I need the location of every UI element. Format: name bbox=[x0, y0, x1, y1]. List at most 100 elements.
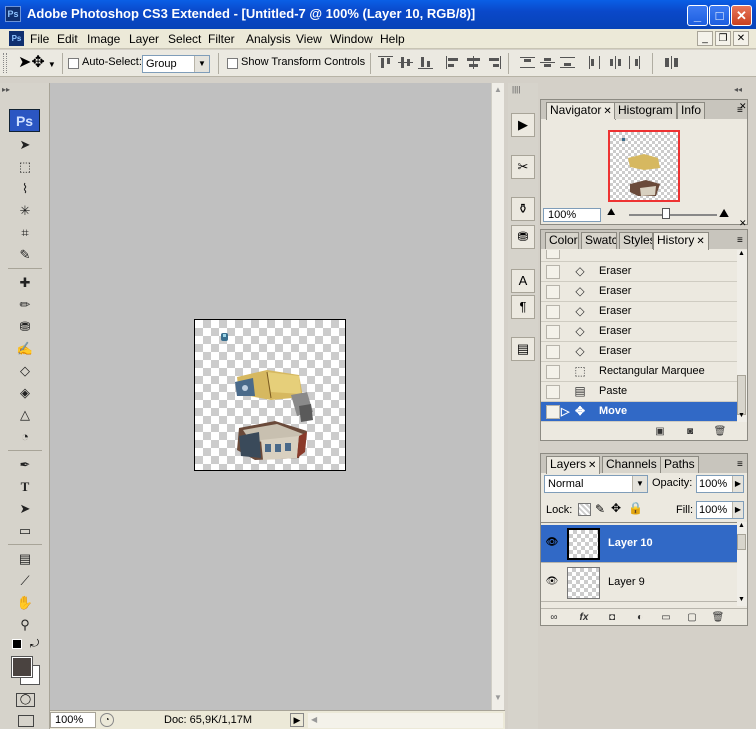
scroll-left-icon[interactable]: ◀ bbox=[311, 715, 317, 724]
auto-select-checkbox[interactable] bbox=[68, 58, 79, 69]
delete-icon[interactable]: 🗑 bbox=[713, 425, 727, 439]
distribute-bottom-icon[interactable] bbox=[560, 56, 575, 69]
collapse-arrows-icon[interactable]: ◂◂ bbox=[734, 85, 742, 94]
history-item-selected[interactable]: ▷ ✥ Move bbox=[541, 402, 737, 422]
zoom-in-icon[interactable]: ⛰ bbox=[719, 206, 729, 221]
snapshot-checkbox[interactable] bbox=[546, 365, 560, 379]
dock-grip-icon[interactable]: |||| bbox=[512, 85, 520, 94]
healing-brush-tool-icon[interactable]: ✚ bbox=[14, 273, 36, 293]
horizontal-scrollbar[interactable]: ◀ bbox=[308, 713, 503, 728]
link-layers-icon[interactable]: ∞ bbox=[547, 611, 561, 625]
eyedropper-tool-icon[interactable]: ✎ bbox=[14, 245, 36, 265]
zoom-slider-thumb[interactable] bbox=[662, 208, 670, 219]
history-item[interactable]: ▤ Paste bbox=[541, 382, 737, 402]
distribute-left-icon[interactable] bbox=[588, 56, 603, 69]
zoom-out-icon[interactable]: ⛰ bbox=[607, 207, 615, 218]
doc-restore-button[interactable]: ❐ bbox=[715, 31, 731, 46]
close-button[interactable]: ✕ bbox=[731, 5, 752, 26]
align-left-icon[interactable] bbox=[446, 56, 461, 69]
document-canvas[interactable] bbox=[194, 319, 346, 471]
tab-history[interactable]: History ✕ bbox=[653, 232, 709, 250]
magic-wand-tool-icon[interactable]: ✳ bbox=[14, 201, 36, 221]
menu-view[interactable]: View bbox=[296, 32, 322, 46]
distribute-vcenter-icon[interactable] bbox=[540, 56, 555, 69]
history-item[interactable]: ◇ Eraser bbox=[541, 282, 737, 302]
tab-histogram[interactable]: Histogram bbox=[614, 102, 677, 119]
tab-color[interactable]: Color bbox=[545, 232, 579, 249]
character-panel-icon[interactable]: A bbox=[511, 269, 535, 293]
add-mask-icon[interactable]: ◘ bbox=[605, 611, 619, 625]
status-info-icon[interactable]: ◔ bbox=[100, 713, 114, 727]
align-top-icon[interactable] bbox=[378, 56, 393, 69]
tab-styles[interactable]: Styles bbox=[619, 232, 653, 249]
lock-transparency-icon[interactable] bbox=[578, 503, 591, 516]
history-state-slider-icon[interactable]: ▷ bbox=[561, 405, 569, 418]
auto-select-dropdown[interactable]: Group ▼ bbox=[142, 55, 210, 73]
snapshot-checkbox[interactable] bbox=[546, 385, 560, 399]
crop-tool-icon[interactable]: ⌗ bbox=[14, 223, 36, 243]
photoshop-logo[interactable]: Ps bbox=[9, 109, 40, 132]
scroll-down-icon[interactable]: ▼ bbox=[738, 596, 745, 603]
lock-all-icon[interactable]: 🔒 bbox=[628, 501, 643, 515]
brush-tool-icon[interactable]: ✏ bbox=[14, 295, 36, 315]
menu-edit[interactable]: Edit bbox=[57, 32, 78, 46]
type-tool-icon[interactable]: T bbox=[14, 477, 36, 497]
panel-close-icon[interactable]: ✕ bbox=[739, 101, 747, 112]
visibility-eye-icon[interactable]: 👁 bbox=[544, 536, 560, 550]
history-item[interactable]: ◇ Eraser bbox=[541, 302, 737, 322]
eraser-tool-icon[interactable]: ◇ bbox=[14, 361, 36, 381]
opacity-field[interactable]: 100% ▶ bbox=[696, 475, 744, 493]
scroll-down-icon[interactable]: ▼ bbox=[738, 412, 745, 419]
lasso-tool-icon[interactable]: ⌇ bbox=[14, 179, 36, 199]
lock-pixels-icon[interactable]: ✎ bbox=[595, 502, 605, 516]
history-item[interactable]: ◇ Eraser bbox=[541, 262, 737, 282]
new-snapshot-icon[interactable]: ◙ bbox=[683, 425, 697, 439]
clone-stamp-tool-icon[interactable]: ⛃ bbox=[14, 317, 36, 337]
fill-field[interactable]: 100% ▶ bbox=[696, 501, 744, 519]
layers-scrollbar[interactable]: ▲ ▼ bbox=[737, 522, 747, 606]
vertical-scrollbar[interactable]: ▲ ▼ bbox=[491, 83, 504, 710]
snapshot-checkbox[interactable] bbox=[546, 305, 560, 319]
tab-channels[interactable]: Channels bbox=[602, 456, 661, 473]
rectangle-tool-icon[interactable]: ▭ bbox=[14, 521, 36, 541]
layer-row-partial[interactable] bbox=[541, 603, 737, 606]
menu-analysis[interactable]: Analysis bbox=[246, 32, 291, 46]
path-selection-tool-icon[interactable]: ➤ bbox=[14, 499, 36, 519]
auto-align-layers-icon[interactable] bbox=[664, 56, 679, 69]
snapshot-checkbox[interactable] bbox=[546, 325, 560, 339]
history-item-partial[interactable] bbox=[541, 250, 737, 262]
adjustment-layer-icon[interactable]: ◐ bbox=[633, 611, 647, 625]
align-vcenter-icon[interactable] bbox=[398, 56, 413, 69]
tab-layers[interactable]: Layers ✕ bbox=[546, 456, 601, 474]
tool-preset-picker[interactable]: ➤✥ ▼ bbox=[18, 52, 58, 74]
doc-minimize-button[interactable]: _ bbox=[697, 31, 713, 46]
snapshot-checkbox[interactable] bbox=[546, 405, 560, 419]
snapshot-checkbox[interactable] bbox=[546, 345, 560, 359]
panel-menu-icon[interactable]: ≡ bbox=[737, 235, 743, 246]
eyedropper-sample-tool-icon[interactable]: ⟋ bbox=[14, 571, 36, 591]
marquee-tool-icon[interactable]: ⬚ bbox=[14, 157, 36, 177]
zoom-slider[interactable] bbox=[629, 214, 717, 216]
history-list[interactable]: ◇ Eraser ◇ Eraser ◇ Eraser ◇ Eraser ◇ Er… bbox=[541, 250, 737, 435]
screen-mode-icon[interactable] bbox=[18, 715, 34, 727]
notes-tool-icon[interactable]: ▤ bbox=[14, 549, 36, 569]
align-hcenter-icon[interactable] bbox=[466, 56, 481, 69]
distribute-right-icon[interactable] bbox=[628, 56, 643, 69]
new-layer-icon[interactable]: ▢ bbox=[685, 611, 699, 625]
collapse-arrows-icon[interactable]: ▸▸ bbox=[2, 85, 10, 94]
scroll-thumb[interactable] bbox=[737, 534, 746, 550]
tab-info[interactable]: Info bbox=[677, 102, 706, 119]
menu-layer[interactable]: Layer bbox=[129, 32, 159, 46]
new-group-icon[interactable]: ▭ bbox=[659, 611, 673, 625]
dodge-tool-icon[interactable]: ◔ bbox=[14, 427, 36, 447]
actions-panel-icon[interactable]: ▶ bbox=[511, 113, 535, 137]
menu-help[interactable]: Help bbox=[380, 32, 405, 46]
distribute-hcenter-icon[interactable] bbox=[608, 56, 623, 69]
clone-source-panel-icon[interactable]: ⛃ bbox=[511, 225, 535, 249]
history-brush-tool-icon[interactable]: ✍ bbox=[14, 339, 36, 359]
snapshot-checkbox[interactable] bbox=[546, 285, 560, 299]
swap-colors-icon[interactable]: ⤾ bbox=[30, 638, 39, 651]
scroll-thumb[interactable] bbox=[737, 375, 746, 415]
tool-presets-panel-icon[interactable]: ✂ bbox=[511, 155, 535, 179]
foreground-color-swatch[interactable] bbox=[11, 656, 33, 678]
